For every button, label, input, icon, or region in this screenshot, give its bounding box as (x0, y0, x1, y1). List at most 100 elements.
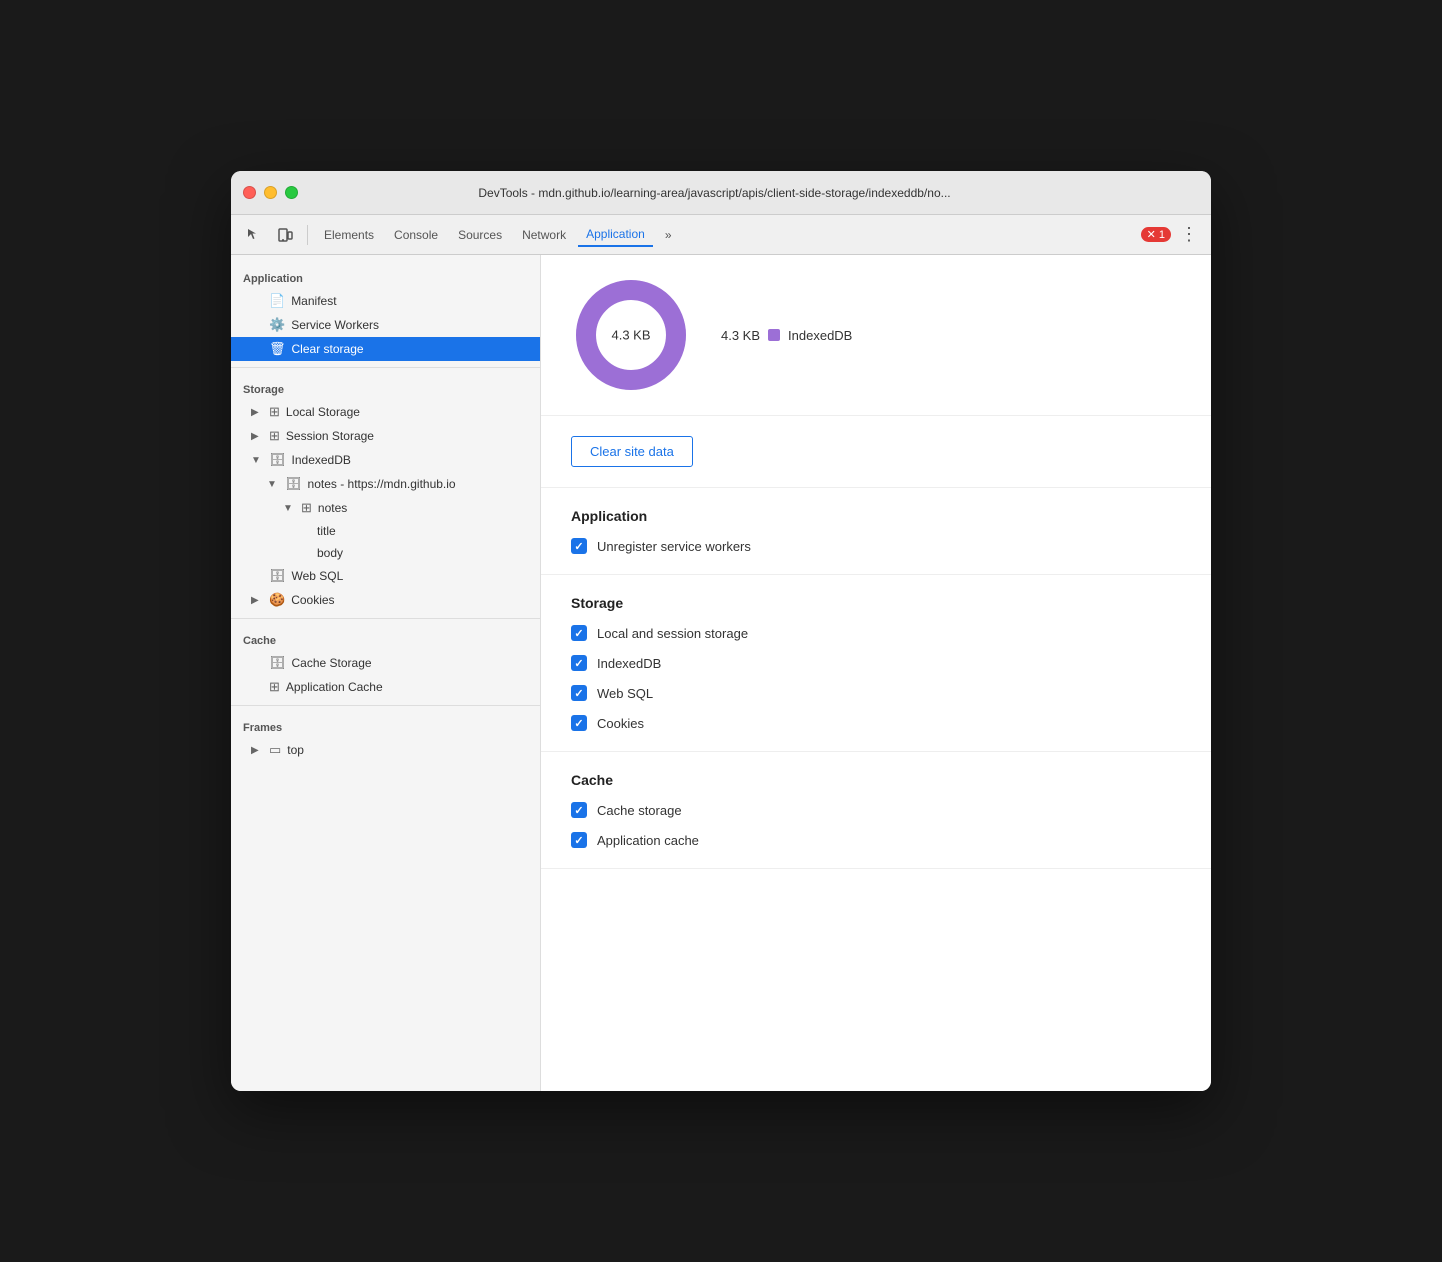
sidebar-item-websql[interactable]: 🗄 Web SQL (231, 564, 540, 588)
legend-label: IndexedDB (788, 328, 852, 343)
cache-section-label: Cache (231, 625, 540, 651)
db-label: notes - https://mdn.github.io (308, 477, 456, 491)
divider-1 (231, 367, 540, 368)
elements-tab[interactable]: Elements (316, 224, 382, 246)
title-field-label: title (317, 524, 336, 538)
indexeddb-check-row: IndexedDB (571, 655, 1181, 671)
donut-center-label: 4.3 KB (611, 328, 650, 343)
cookies-checkbox[interactable] (571, 715, 587, 731)
device-icon[interactable] (271, 221, 299, 249)
websql-label: Web SQL (292, 569, 344, 583)
unregister-sw-checkbox[interactable] (571, 538, 587, 554)
frame-icon: ▭ (269, 742, 281, 758)
console-tab[interactable]: Console (386, 224, 446, 246)
sidebar-item-app-cache[interactable]: ⊞ Application Cache (231, 675, 540, 699)
sidebar-item-body-field[interactable]: body (231, 542, 540, 564)
indexeddb-checkbox[interactable] (571, 655, 587, 671)
cookies-arrow[interactable] (251, 595, 263, 606)
chart-area: 4.3 KB 4.3 KB IndexedDB (541, 255, 1211, 416)
session-storage-icon: ⊞ (269, 428, 280, 444)
sidebar-item-local-storage[interactable]: ⊞ Local Storage (231, 400, 540, 424)
error-badge[interactable]: ✕ 1 (1141, 227, 1171, 242)
local-storage-arrow[interactable] (251, 407, 263, 418)
indexeddb-arrow[interactable] (251, 455, 263, 466)
local-session-row: Local and session storage (571, 625, 1181, 641)
sidebar-item-clear-storage[interactable]: 🗑 Clear storage (231, 337, 540, 361)
indexeddb-label: IndexedDB (292, 453, 351, 467)
devtools-window: DevTools - mdn.github.io/learning-area/j… (231, 171, 1211, 1091)
network-tab[interactable]: Network (514, 224, 574, 246)
divider-2 (231, 618, 540, 619)
websql-checkbox[interactable] (571, 685, 587, 701)
app-cache-check-row: Application cache (571, 832, 1181, 848)
clear-area: Clear site data (541, 416, 1211, 488)
window-title: DevTools - mdn.github.io/learning-area/j… (231, 186, 1199, 200)
application-tab[interactable]: Application (578, 223, 653, 247)
legend-color-box (768, 329, 780, 341)
divider-3 (231, 705, 540, 706)
storage-section-title: Storage (571, 595, 1181, 611)
db-arrow[interactable] (267, 479, 279, 490)
websql-check-row: Web SQL (571, 685, 1181, 701)
cookies-check-row: Cookies (571, 715, 1181, 731)
sw-label: Service Workers (291, 318, 379, 332)
manifest-label: Manifest (291, 294, 336, 308)
websql-icon: 🗄 (269, 568, 286, 584)
unregister-sw-row: Unregister service workers (571, 538, 1181, 554)
inspect-icon[interactable] (239, 221, 267, 249)
manifest-icon: 📄 (269, 293, 285, 309)
session-storage-label: Session Storage (286, 429, 374, 443)
more-tabs-btn[interactable]: » (657, 224, 680, 246)
sidebar: Application 📄 Manifest ⚙️ Service Worker… (231, 255, 541, 1091)
clear-site-data-button[interactable]: Clear site data (571, 436, 693, 467)
unregister-sw-label: Unregister service workers (597, 539, 751, 554)
store-label: notes (318, 501, 347, 515)
storage-section: Storage Local and session storage Indexe… (541, 575, 1211, 752)
sources-tab[interactable]: Sources (450, 224, 510, 246)
cookies-icon: 🍪 (269, 592, 285, 608)
storage-section-label: Storage (231, 374, 540, 400)
sidebar-item-title-field[interactable]: title (231, 520, 540, 542)
application-section-label: Application (231, 263, 540, 289)
app-cache-check-label: Application cache (597, 833, 699, 848)
cache-section-title: Cache (571, 772, 1181, 788)
content-panel: 4.3 KB 4.3 KB IndexedDB Clear site data … (541, 255, 1211, 1091)
app-cache-checkbox[interactable] (571, 832, 587, 848)
cache-storage-checkbox[interactable] (571, 802, 587, 818)
sidebar-item-indexeddb-db[interactable]: 🗄 notes - https://mdn.github.io (231, 472, 540, 496)
local-session-checkbox[interactable] (571, 625, 587, 641)
app-cache-label: Application Cache (286, 680, 383, 694)
titlebar: DevTools - mdn.github.io/learning-area/j… (231, 171, 1211, 215)
legend-indexeddb: 4.3 KB IndexedDB (721, 328, 852, 343)
indexeddb-icon: 🗄 (269, 452, 286, 468)
sidebar-item-indexeddb[interactable]: 🗄 IndexedDB (231, 448, 540, 472)
indexeddb-check-label: IndexedDB (597, 656, 661, 671)
sidebar-item-top-frame[interactable]: ▭ top (231, 738, 540, 762)
cache-storage-label: Cache Storage (292, 656, 372, 670)
error-icon: ✕ (1147, 228, 1156, 241)
sidebar-item-session-storage[interactable]: ⊞ Session Storage (231, 424, 540, 448)
more-options-btn[interactable]: ⋮ (1175, 221, 1203, 249)
trash-icon: 🗑 (269, 341, 286, 357)
error-count: 1 (1159, 229, 1165, 241)
cache-section-content: Cache Cache storage Application cache (541, 752, 1211, 869)
websql-check-label: Web SQL (597, 686, 653, 701)
app-section-title: Application (571, 508, 1181, 524)
sidebar-item-cache-storage[interactable]: 🗄 Cache Storage (231, 651, 540, 675)
chart-legend: 4.3 KB IndexedDB (721, 328, 852, 343)
sidebar-item-manifest[interactable]: 📄 Manifest (231, 289, 540, 313)
store-arrow[interactable] (283, 503, 295, 514)
session-storage-arrow[interactable] (251, 431, 263, 442)
sidebar-item-notes-store[interactable]: ⊞ notes (231, 496, 540, 520)
donut-chart: 4.3 KB (571, 275, 691, 395)
local-storage-label: Local Storage (286, 405, 360, 419)
main-area: Application 📄 Manifest ⚙️ Service Worker… (231, 255, 1211, 1091)
sidebar-item-cookies[interactable]: 🍪 Cookies (231, 588, 540, 612)
top-label: top (287, 743, 304, 757)
local-session-label: Local and session storage (597, 626, 748, 641)
clear-storage-label: Clear storage (292, 342, 364, 356)
sidebar-item-service-workers[interactable]: ⚙️ Service Workers (231, 313, 540, 337)
application-section: Application Unregister service workers (541, 488, 1211, 575)
store-icon: ⊞ (301, 500, 312, 516)
top-arrow[interactable] (251, 745, 263, 756)
